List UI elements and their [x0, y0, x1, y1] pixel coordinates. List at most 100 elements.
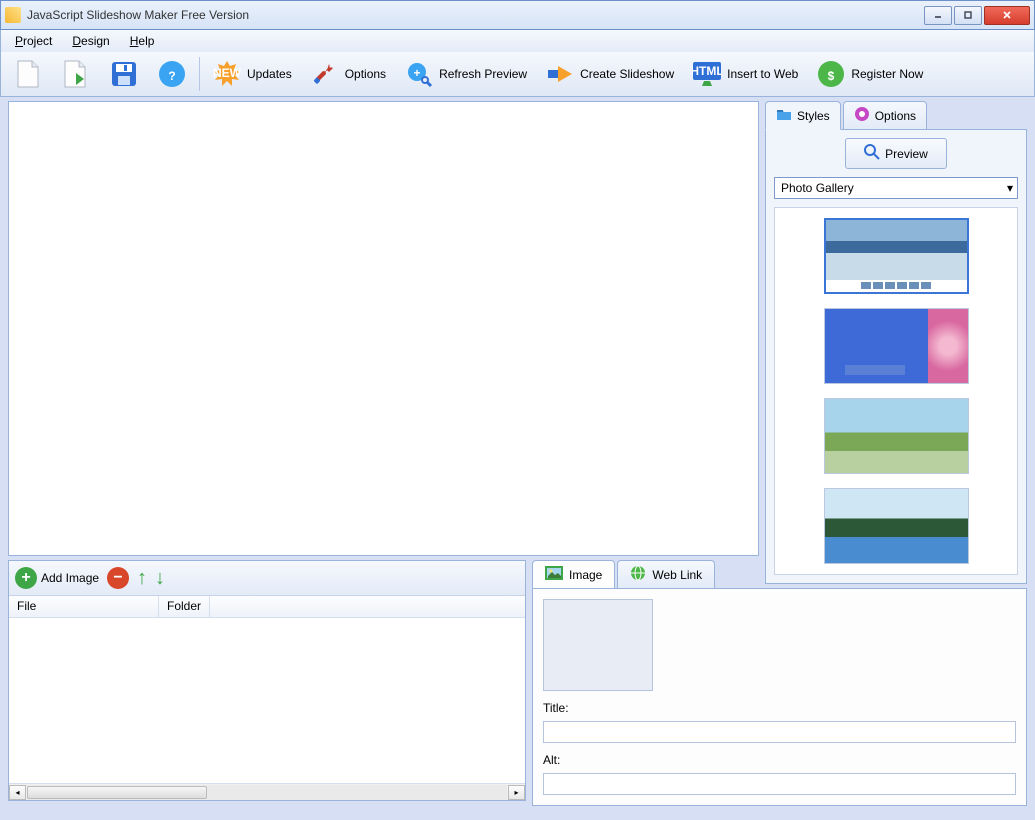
add-image-label: Add Image	[41, 571, 99, 585]
preview-button-label: Preview	[885, 147, 928, 161]
create-button[interactable]: Create Slideshow	[539, 56, 680, 92]
dollar-icon: $	[816, 59, 846, 89]
new-button[interactable]	[7, 56, 49, 92]
tab-styles[interactable]: Styles	[765, 101, 841, 130]
scroll-right-button[interactable]: ▸	[508, 785, 525, 800]
insert-label: Insert to Web	[727, 67, 798, 81]
image-preview-box	[543, 599, 653, 691]
col-folder[interactable]: Folder	[159, 596, 210, 617]
svg-text:NEW: NEW	[213, 66, 241, 80]
style-dropdown[interactable]: Photo Gallery ▾	[774, 177, 1018, 199]
col-file[interactable]: File	[9, 596, 159, 617]
globe-icon	[630, 565, 646, 584]
image-list[interactable]	[9, 618, 525, 783]
toolbar: ? NEW Updates Options + Refresh Preview …	[0, 52, 1035, 97]
save-button[interactable]	[103, 56, 145, 92]
horizontal-scrollbar[interactable]: ◂ ▸	[9, 783, 525, 800]
folder-icon	[776, 107, 792, 124]
menu-help-label: elp	[138, 34, 154, 48]
bottom-area: + Add Image − ↑ ↓ File Folder ◂ ▸ Image	[0, 556, 1035, 809]
options-label: Options	[345, 67, 386, 81]
open-file-icon	[61, 59, 91, 89]
image-icon	[545, 566, 563, 583]
title-input[interactable]	[543, 721, 1016, 743]
refresh-button[interactable]: + Refresh Preview	[398, 56, 533, 92]
add-image-button[interactable]: + Add Image	[15, 567, 99, 589]
svg-text:+: +	[414, 66, 421, 80]
menu-help[interactable]: Help	[122, 32, 163, 50]
maximize-button[interactable]	[954, 6, 982, 25]
title-label: Title:	[543, 701, 1016, 715]
close-button[interactable]	[984, 6, 1030, 25]
tab-options-label: Options	[875, 109, 916, 123]
move-down-button[interactable]: ↓	[155, 567, 165, 590]
titlebar: JavaScript Slideshow Maker Free Version	[0, 0, 1035, 30]
content-area: Styles Options Preview Photo Gallery ▾	[0, 97, 1035, 556]
svg-text:HTML: HTML	[692, 64, 722, 78]
gear-icon	[854, 106, 870, 125]
chevron-down-icon: ▾	[1007, 181, 1013, 195]
style-dropdown-value: Photo Gallery	[781, 181, 854, 195]
tab-options[interactable]: Options	[843, 101, 927, 130]
style-thumbnail[interactable]	[824, 218, 969, 294]
create-label: Create Slideshow	[580, 67, 674, 81]
tab-styles-label: Styles	[797, 109, 830, 123]
minimize-button[interactable]	[924, 6, 952, 25]
properties-panel: Image Web Link Title: Alt:	[532, 560, 1027, 801]
magnifier-icon	[864, 144, 880, 163]
help-icon: ?	[157, 59, 187, 89]
image-properties: Title: Alt:	[532, 588, 1027, 806]
alt-label: Alt:	[543, 753, 1016, 767]
tab-image-label: Image	[569, 568, 602, 582]
menubar: Project Design Help	[0, 30, 1035, 52]
svg-text:$: $	[828, 69, 835, 83]
new-file-icon	[13, 59, 43, 89]
scroll-left-button[interactable]: ◂	[9, 785, 26, 800]
style-thumbnail[interactable]	[824, 308, 969, 384]
register-label: Register Now	[851, 67, 923, 81]
register-button[interactable]: $ Register Now	[810, 56, 929, 92]
style-thumbnail-list[interactable]	[774, 207, 1018, 575]
plus-icon: +	[15, 567, 37, 589]
tab-weblink-label: Web Link	[652, 568, 702, 582]
refresh-icon: +	[404, 59, 434, 89]
menu-project-label: roject	[23, 34, 52, 48]
scroll-track[interactable]	[27, 785, 507, 800]
insert-button[interactable]: HTML Insert to Web	[686, 56, 804, 92]
updates-label: Updates	[247, 67, 292, 81]
remove-image-button[interactable]: −	[107, 567, 129, 589]
alt-input[interactable]	[543, 773, 1016, 795]
arrow-right-icon	[545, 59, 575, 89]
menu-design[interactable]: Design	[64, 32, 117, 50]
updates-button[interactable]: NEW Updates	[206, 56, 298, 92]
style-thumbnail[interactable]	[824, 398, 969, 474]
open-button[interactable]	[55, 56, 97, 92]
options-button[interactable]: Options	[304, 56, 392, 92]
image-list-panel: + Add Image − ↑ ↓ File Folder ◂ ▸	[8, 560, 526, 801]
refresh-label: Refresh Preview	[439, 67, 527, 81]
preview-pane	[8, 101, 759, 556]
help-button[interactable]: ?	[151, 56, 193, 92]
styles-panel: Preview Photo Gallery ▾	[765, 129, 1027, 584]
image-list-toolbar: + Add Image − ↑ ↓	[9, 561, 525, 596]
window-title: JavaScript Slideshow Maker Free Version	[27, 8, 924, 22]
app-icon	[5, 7, 21, 23]
tab-weblink[interactable]: Web Link	[617, 560, 715, 589]
right-panel: Styles Options Preview Photo Gallery ▾	[765, 101, 1027, 556]
preview-button[interactable]: Preview	[845, 138, 947, 169]
new-badge-icon: NEW	[212, 59, 242, 89]
style-thumbnail[interactable]	[824, 488, 969, 564]
bottom-tab-row: Image Web Link	[532, 560, 1027, 589]
wrench-icon	[310, 59, 340, 89]
scroll-thumb[interactable]	[27, 786, 207, 799]
list-header: File Folder	[9, 596, 525, 618]
html-icon: HTML	[692, 59, 722, 89]
right-tab-row: Styles Options	[765, 101, 1027, 130]
separator	[199, 57, 200, 91]
save-icon	[109, 59, 139, 89]
move-up-button[interactable]: ↑	[137, 567, 147, 590]
svg-text:?: ?	[168, 69, 175, 83]
menu-project[interactable]: Project	[7, 32, 60, 50]
menu-design-label: esign	[81, 34, 110, 48]
tab-image[interactable]: Image	[532, 560, 615, 589]
